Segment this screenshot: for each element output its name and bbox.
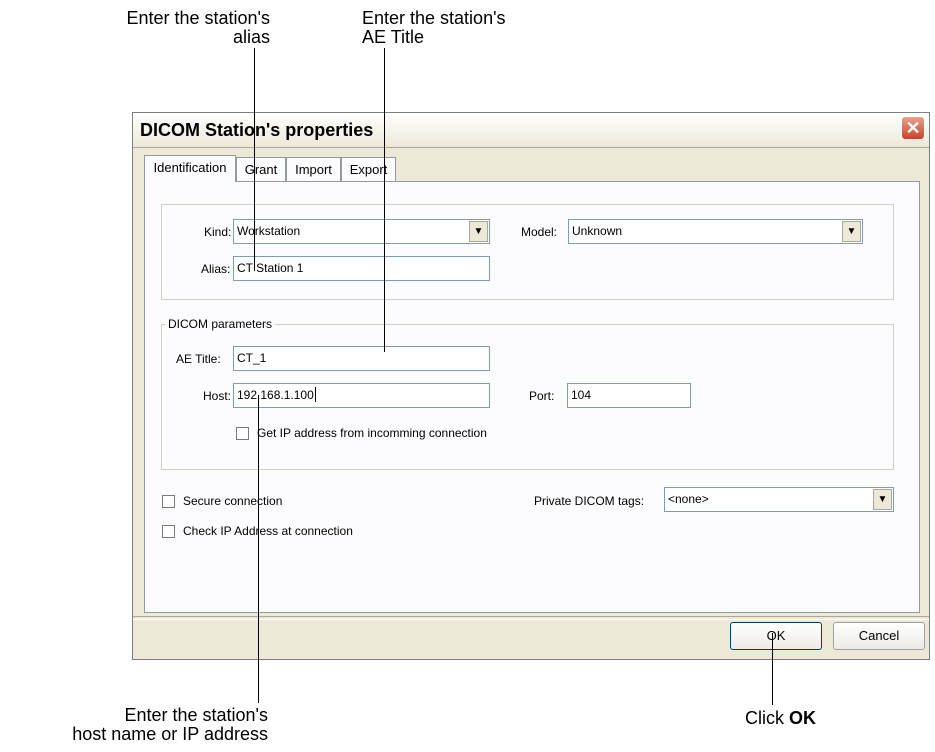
ok-callout-prefix: Click (745, 708, 789, 728)
identification-panel: Kind: Workstation ▼ Model: Unknown ▼ Ali… (144, 181, 920, 613)
dialog-titlebar[interactable]: DICOM Station's properties ✕ (133, 113, 929, 148)
tab-export[interactable]: Export (341, 157, 396, 181)
private-tags-label: Private DICOM tags: (534, 494, 645, 508)
kind-label: Kind: (204, 225, 232, 239)
check-ip-label: Check IP Address at connection (183, 524, 353, 538)
aetitle-callout: Enter the station's AE Title (362, 9, 562, 47)
dialog-title: DICOM Station's properties (140, 120, 374, 140)
host-label: Host: (203, 389, 232, 403)
model-select[interactable]: Unknown ▼ (568, 219, 863, 244)
text-cursor (314, 387, 316, 402)
host-leader-line (258, 395, 259, 703)
dicom-station-dialog: DICOM Station's properties ✕ Identificat… (132, 112, 930, 660)
alias-input[interactable]: CT Station 1 (233, 256, 490, 281)
secure-connection-label: Secure connection (183, 494, 283, 508)
ae-title-label: AE Title: (176, 352, 221, 366)
tab-identification[interactable]: Identification (144, 155, 236, 182)
host-callout-line1: Enter the station's (124, 705, 268, 725)
close-icon[interactable]: ✕ (901, 116, 925, 140)
alias-callout-line1: Enter the station's (126, 8, 270, 28)
host-callout-line2: host name or IP address (72, 724, 268, 744)
dicom-parameters-group: DICOM parameters AE Title: CT_1 Host: 19… (161, 317, 894, 470)
aetitle-callout-line2: AE Title (362, 27, 425, 47)
chevron-down-icon[interactable]: ▼ (873, 489, 892, 510)
alias-leader-line (254, 48, 255, 271)
ae-title-input[interactable]: CT_1 (233, 346, 490, 371)
chevron-down-icon[interactable]: ▼ (469, 221, 488, 242)
private-tags-select[interactable]: <none> ▼ (664, 487, 894, 512)
port-input[interactable]: 104 (567, 383, 691, 408)
ok-leader-line (772, 633, 773, 705)
tab-grant[interactable]: Grant (236, 157, 286, 181)
aetitle-callout-line1: Enter the station's (362, 8, 506, 28)
alias-callout-line2: alias (232, 27, 270, 47)
footer-separator (133, 616, 929, 620)
cancel-button[interactable]: Cancel (833, 622, 925, 650)
kind-select[interactable]: Workstation ▼ (233, 219, 490, 244)
identity-group: Kind: Workstation ▼ Model: Unknown ▼ Ali… (161, 204, 894, 300)
host-value: 192.168.1.100 (237, 388, 314, 402)
secure-connection-checkbox[interactable] (162, 495, 175, 508)
get-ip-label: Get IP address from incomming connection (257, 426, 487, 440)
aetitle-leader-line (384, 48, 385, 352)
alias-callout: Enter the station's alias (78, 9, 270, 47)
dicom-parameters-legend: DICOM parameters (165, 317, 276, 331)
ok-callout: Click OK (745, 709, 816, 728)
port-label: Port: (529, 389, 555, 403)
chevron-down-icon[interactable]: ▼ (842, 221, 861, 242)
tab-import[interactable]: Import (286, 157, 341, 181)
private-tags-value: <none> (668, 492, 709, 506)
ok-callout-bold: OK (789, 708, 816, 728)
get-ip-checkbox[interactable] (236, 427, 249, 440)
alias-label: Alias: (201, 262, 231, 276)
model-value: Unknown (572, 224, 623, 238)
check-ip-checkbox[interactable] (162, 525, 175, 538)
kind-value: Workstation (237, 224, 301, 238)
ok-button[interactable]: OK (730, 622, 822, 650)
host-input[interactable]: 192.168.1.100 (233, 383, 490, 408)
model-label: Model: (521, 225, 558, 239)
host-callout: Enter the station's host name or IP addr… (6, 706, 268, 744)
